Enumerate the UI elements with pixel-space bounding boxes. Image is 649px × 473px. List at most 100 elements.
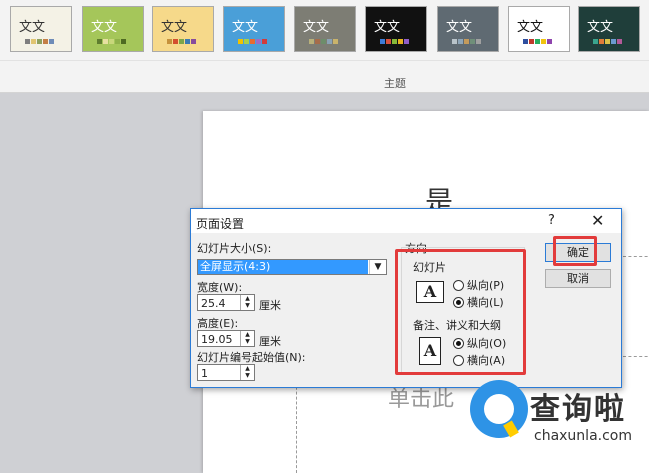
spin-down-icon[interactable]: ▼ — [241, 338, 254, 345]
slide-number-label: 幻灯片编号起始值(N): — [197, 351, 306, 364]
color-swatch — [380, 39, 385, 44]
theme-color-swatches — [167, 39, 196, 44]
theme-thumbnail[interactable]: 文文 — [294, 6, 356, 52]
color-swatch — [327, 39, 332, 44]
cancel-button[interactable]: 取消 — [545, 269, 611, 288]
color-swatch — [541, 39, 546, 44]
radio-selected-icon[interactable] — [453, 296, 464, 308]
color-swatch — [121, 39, 126, 44]
color-swatch — [179, 39, 184, 44]
height-label: 高度(E): — [197, 317, 239, 330]
slides-portrait-radio[interactable]: 纵向(P) — [453, 277, 504, 293]
color-swatch — [599, 39, 604, 44]
spin-up-icon[interactable]: ▲ — [241, 295, 254, 302]
theme-sample-text: 文文 — [91, 20, 118, 35]
theme-color-swatches — [523, 39, 552, 44]
theme-thumbnail[interactable]: 文文 — [508, 6, 570, 52]
color-swatch — [31, 39, 36, 44]
theme-thumbnail[interactable]: 文文 — [437, 6, 499, 52]
color-swatch — [529, 39, 534, 44]
notes-landscape-radio[interactable]: 横向(A) — [453, 352, 505, 368]
theme-thumbnail[interactable]: 文文 — [152, 6, 214, 52]
spin-up-icon[interactable]: ▲ — [241, 365, 254, 372]
notes-orientation-label: 备注、讲义和大纲 — [413, 319, 501, 332]
color-swatch — [167, 39, 172, 44]
theme-sample-text: 文文 — [303, 20, 330, 35]
color-swatch — [309, 39, 314, 44]
dialog-title: 页面设置 — [196, 217, 245, 231]
theme-sample-text: 文文 — [19, 20, 46, 35]
color-swatch — [452, 39, 457, 44]
color-swatch — [191, 39, 196, 44]
theme-sample-text: 文文 — [587, 20, 614, 35]
watermark-url: chaxunla.com — [534, 428, 632, 444]
color-swatch — [404, 39, 409, 44]
radio-selected-icon[interactable] — [453, 337, 464, 349]
slide-number-stepper[interactable]: 1 ▲ ▼ — [197, 364, 255, 381]
spin-down-icon[interactable]: ▼ — [241, 302, 254, 309]
height-unit: 厘米 — [259, 335, 281, 348]
color-swatch — [43, 39, 48, 44]
width-stepper[interactable]: 25.4 ▲ ▼ — [197, 294, 255, 311]
spin-down-icon[interactable]: ▼ — [241, 372, 254, 379]
slide-number-value: 1 — [201, 367, 208, 380]
height-stepper[interactable]: 19.05 ▲ ▼ — [197, 330, 255, 347]
color-swatch — [386, 39, 391, 44]
color-swatch — [262, 39, 267, 44]
color-swatch — [97, 39, 102, 44]
color-swatch — [25, 39, 30, 44]
portrait-page-icon: A — [419, 337, 441, 365]
slides-portrait-label: 纵向(P) — [467, 279, 505, 292]
slides-landscape-label: 横向(L) — [467, 296, 504, 309]
group-label-themes: 主题 — [384, 77, 406, 90]
spin-up-icon[interactable]: ▲ — [241, 331, 254, 338]
theme-sample-text: 文文 — [161, 20, 188, 35]
width-unit: 厘米 — [259, 299, 281, 312]
color-swatch — [547, 39, 552, 44]
placeholder-border — [623, 356, 649, 357]
chevron-down-icon[interactable]: ▼ — [369, 260, 386, 274]
spin-buttons[interactable]: ▲ ▼ — [240, 365, 254, 380]
theme-color-swatches — [309, 39, 338, 44]
color-swatch — [250, 39, 255, 44]
ribbon: 文文 文文 文文 文文 文文 文文 文文 文文 文文 主题 — [0, 0, 649, 93]
theme-color-swatches — [380, 39, 409, 44]
color-swatch — [37, 39, 42, 44]
theme-thumbnail[interactable]: 文文 — [365, 6, 427, 52]
spin-buttons[interactable]: ▲ ▼ — [240, 331, 254, 346]
color-swatch — [535, 39, 540, 44]
notes-landscape-label: 横向(A) — [467, 354, 506, 367]
landscape-page-icon: A — [416, 281, 444, 303]
color-swatch — [458, 39, 463, 44]
radio-icon[interactable] — [453, 279, 464, 291]
placeholder-border — [623, 256, 649, 257]
color-swatch — [523, 39, 528, 44]
slide-size-select[interactable]: 全屏显示(4:3) ▼ — [197, 259, 387, 275]
radio-icon[interactable] — [453, 354, 464, 366]
color-swatch — [321, 39, 326, 44]
highlight-box-ok — [553, 236, 597, 266]
theme-thumbnail[interactable]: 文文 — [82, 6, 144, 52]
theme-gallery: 文文 文文 文文 文文 文文 文文 文文 文文 文文 — [0, 6, 649, 54]
color-swatch — [470, 39, 475, 44]
height-value: 19.05 — [201, 333, 233, 346]
help-button[interactable]: ? — [548, 213, 555, 228]
dialog-titlebar[interactable]: 页面设置 ? ✕ — [191, 209, 621, 233]
theme-color-swatches — [238, 39, 267, 44]
theme-thumbnail[interactable]: 文文 — [223, 6, 285, 52]
slide-size-label: 幻灯片大小(S): — [197, 242, 272, 255]
spin-buttons[interactable]: ▲ ▼ — [240, 295, 254, 310]
close-icon[interactable]: ✕ — [591, 211, 604, 230]
theme-thumbnail[interactable]: 文文 — [578, 6, 640, 52]
theme-sample-text: 文文 — [374, 20, 401, 35]
color-swatch — [605, 39, 610, 44]
slides-landscape-radio[interactable]: 横向(L) — [453, 294, 504, 310]
theme-color-swatches — [593, 39, 622, 44]
notes-portrait-radio[interactable]: 纵向(O) — [453, 335, 506, 351]
theme-thumbnail[interactable]: 文文 — [10, 6, 72, 52]
slide-size-value: 全屏显示(4:3) — [198, 260, 368, 274]
watermark-name: 查询啦 — [530, 392, 626, 427]
watermark-logo-icon — [470, 380, 528, 438]
theme-color-swatches — [452, 39, 481, 44]
color-swatch — [476, 39, 481, 44]
